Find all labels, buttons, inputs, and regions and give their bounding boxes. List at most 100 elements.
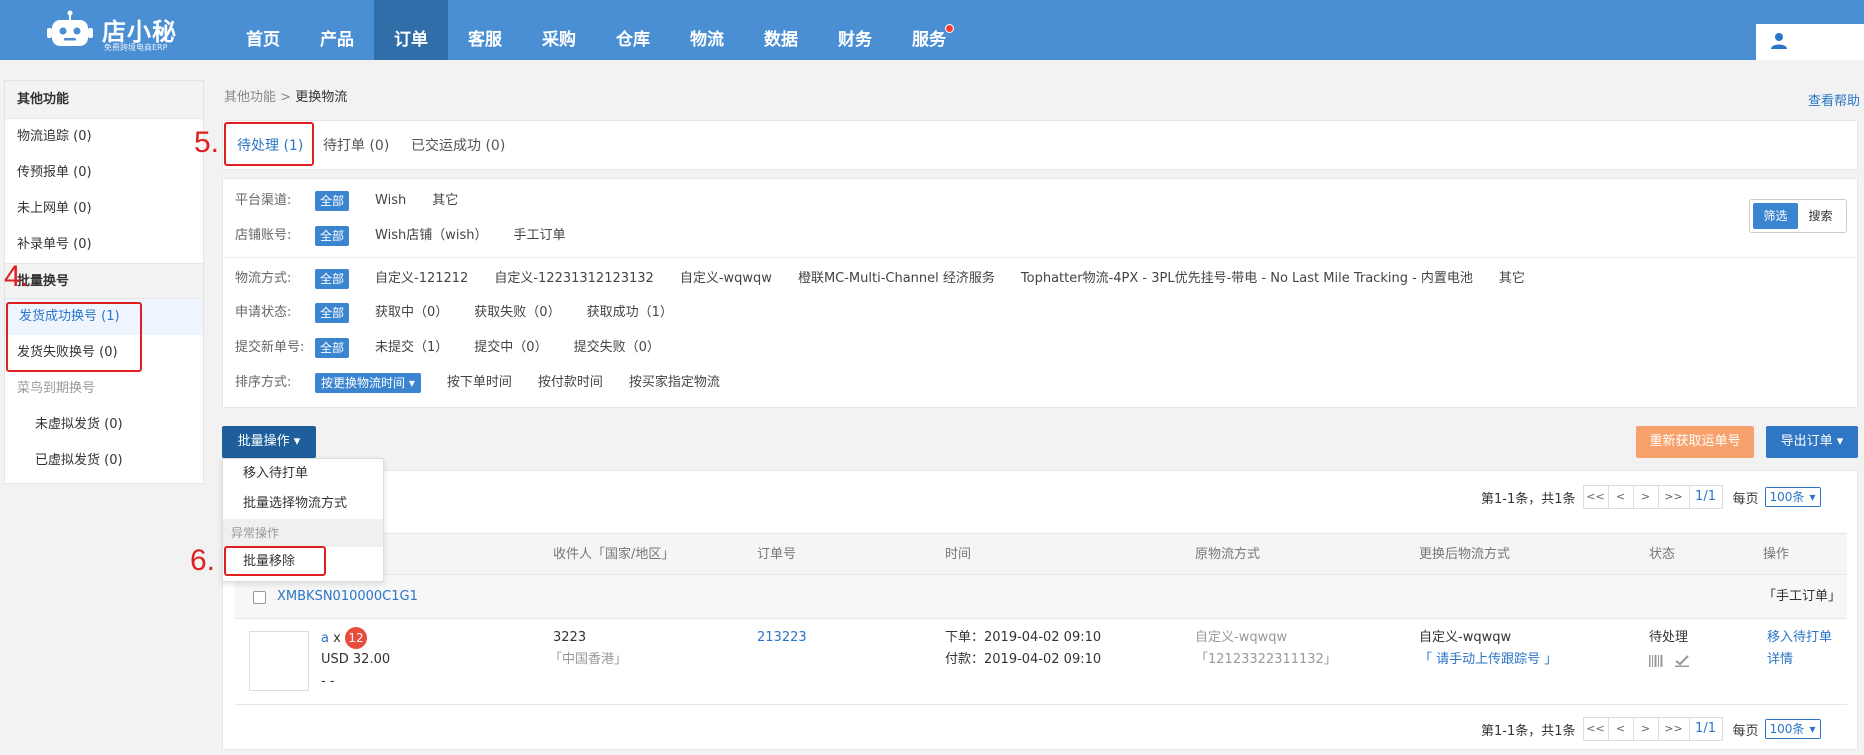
filter-label-apply: 申请状态: [235,305,292,320]
pager-prev-button[interactable]: < [1607,485,1634,509]
nav-finance[interactable]: 财务 [818,0,892,60]
app-logo[interactable]: 店小秘 免费跨境电商ERP [46,8,246,52]
detail-link[interactable]: 详情 [1767,649,1793,670]
filter-option[interactable]: 自定义-wqwqw [680,267,772,291]
menu-group-exceptions: 异常操作 [223,519,383,547]
barcode-icon[interactable] [1649,655,1663,667]
logo-subtitle: 免费跨境电商ERP [104,43,168,52]
nav-services: 服务 [912,30,946,50]
pager-per-page-label: 每页 [1732,723,1759,739]
filter-label-submit: 提交新单号: [235,340,305,355]
sort-option[interactable]: 按下单时间 [447,371,512,395]
notification-dot [945,24,954,33]
filter-option[interactable]: 未提交（1） [375,336,448,360]
pager-first-button[interactable]: << [1582,717,1609,741]
group-checkbox[interactable] [253,591,266,604]
user-menu[interactable] [1756,24,1864,60]
sidebar-item-virtual[interactable]: 已虚拟发货 (0) [5,443,203,479]
quantity-badge: 12 [344,627,367,649]
filter-divider [223,257,1857,258]
menu-item-batch-select-logistics[interactable]: 批量选择物流方式 [223,489,383,519]
filter-label-store: 店铺账号: [235,228,292,243]
annotation-box-4 [6,302,142,372]
pager-per-page-select[interactable]: 100条 [1764,487,1821,507]
nav-logistics[interactable]: 物流 [670,0,744,60]
sidebar-item-upload-forecast[interactable]: 传预报单 (0) [5,155,203,191]
filter-option[interactable]: 提交失败（0） [574,336,660,360]
nav-purchase[interactable]: 采购 [522,0,596,60]
pager-first-button[interactable]: << [1582,485,1609,509]
filter-row-sort: 排序方式: 按更换物流时间 ▾ 按下单时间 按付款时间 按买家指定物流 [235,371,746,395]
orders-panel: 第1-1条，共1条 << < > >> 1/1 每页 100条 收件人「国家/地… [222,470,1858,750]
breadcrumb-parent[interactable]: 其他功能 [224,90,276,105]
group-id-link[interactable]: XMBKSN010000C1G1 [277,586,418,607]
column-new-method: 更换后物流方式 [1419,547,1511,562]
filter-option[interactable]: 其它 [432,189,458,213]
sort-option[interactable]: 按付款时间 [538,371,603,395]
product-thumbnail [249,631,309,691]
product-name-link[interactable]: a [321,631,329,646]
move-to-print-link[interactable]: 移入待打单 [1767,627,1832,648]
pager-per-page-select[interactable]: 100条 [1764,719,1821,739]
filter-option[interactable]: 全部 [315,338,350,358]
robot-logo-icon [47,10,93,46]
export-orders-button[interactable]: 导出订单 ▾ [1766,426,1858,458]
filter-option[interactable]: 自定义-12231312123132 [494,267,654,291]
nav-orders[interactable]: 订单 [374,0,448,60]
annotation-box-6 [224,546,326,576]
refetch-tracking-button[interactable]: 重新获取运单号 [1636,426,1754,458]
filter-option[interactable]: 其它 [1499,267,1525,291]
product-extra: - - [321,674,335,689]
filter-option[interactable]: 全部 [315,269,350,289]
nav-data[interactable]: 数据 [744,0,818,60]
pager-prev-button[interactable]: < [1607,717,1634,741]
pager-next-button[interactable]: > [1632,485,1659,509]
sidebar-item-not-online[interactable]: 未上网单 (0) [5,191,203,227]
filter-option[interactable]: 自定义-121212 [375,267,468,291]
sort-dropdown[interactable]: 按更换物流时间 ▾ [315,373,421,393]
order-number-link[interactable]: 213223 [757,627,807,648]
help-link[interactable]: 查看帮助 [1808,90,1860,109]
filter-option[interactable]: 获取失败（0） [474,301,560,325]
tab-shipped[interactable]: 已交运成功 (0) [411,121,505,171]
pager-next-button[interactable]: > [1632,717,1659,741]
sidebar-item-tracking[interactable]: 物流追踪 (0) [5,119,203,155]
nav-customer-service[interactable]: 客服 [448,0,522,60]
menu-item-move-to-print[interactable]: 移入待打单 [223,459,383,489]
batch-actions-button[interactable]: 批量操作 ▾ [222,426,316,458]
group-tag: 「手工订单」 [1763,589,1842,604]
filter-option[interactable]: Wish [375,189,406,213]
column-recipient: 收件人「国家/地区」 [553,547,675,562]
sidebar-item-supplement[interactable]: 补录单号 (0) [5,227,203,263]
filter-option[interactable]: 全部 [315,226,350,246]
filter-row-submit: 提交新单号: 全部 未提交（1） 提交中（0） 提交失败（0） [235,336,686,360]
nav-warehouse[interactable]: 仓库 [596,0,670,60]
filter-option[interactable]: 手工订单 [513,224,565,248]
sidebar-item-not-virtual[interactable]: 未虚拟发货 (0) [5,407,203,443]
sidebar-item-cainiao[interactable]: 菜鸟到期换号 [5,371,203,407]
pager-last-button[interactable]: >> [1657,717,1690,741]
filter-option[interactable]: 全部 [315,303,350,323]
tab-to-print[interactable]: 待打单 (0) [323,121,389,171]
toggle-search[interactable]: 搜索 [1798,203,1843,229]
filter-option[interactable]: 获取成功（1） [587,301,673,325]
check-icon[interactable] [1675,655,1689,667]
upload-tracking-link[interactable]: 「 请手动上传跟踪号 」 [1419,649,1557,670]
sort-option[interactable]: 按买家指定物流 [629,371,720,395]
quantity-times: x [333,631,341,646]
filter-option[interactable]: 橙联MC-Multi-Channel 经济服务 [798,267,995,291]
toggle-filter[interactable]: 筛选 [1753,203,1798,229]
nav-services-wrap[interactable]: 服务 [892,0,966,60]
filter-option[interactable]: Wish店铺（wish） [375,224,487,248]
filter-option[interactable]: 提交中（0） [474,336,547,360]
table-header: 收件人「国家/地区」 订单号 时间 原物流方式 更换后物流方式 状态 操作 [235,533,1847,575]
pager-current: 1/1 [1688,485,1723,509]
new-method: 自定义-wqwqw [1419,630,1512,645]
filter-option[interactable]: 全部 [315,191,350,211]
orig-method: 自定义-wqwqw [1195,630,1288,645]
nav-home[interactable]: 首页 [226,0,300,60]
filter-option[interactable]: 获取中（0） [375,301,448,325]
pager-last-button[interactable]: >> [1657,485,1690,509]
filter-option[interactable]: Tophatter物流-4PX - 3PL优先挂号-带电 - No Last M… [1021,267,1473,291]
nav-products[interactable]: 产品 [300,0,374,60]
